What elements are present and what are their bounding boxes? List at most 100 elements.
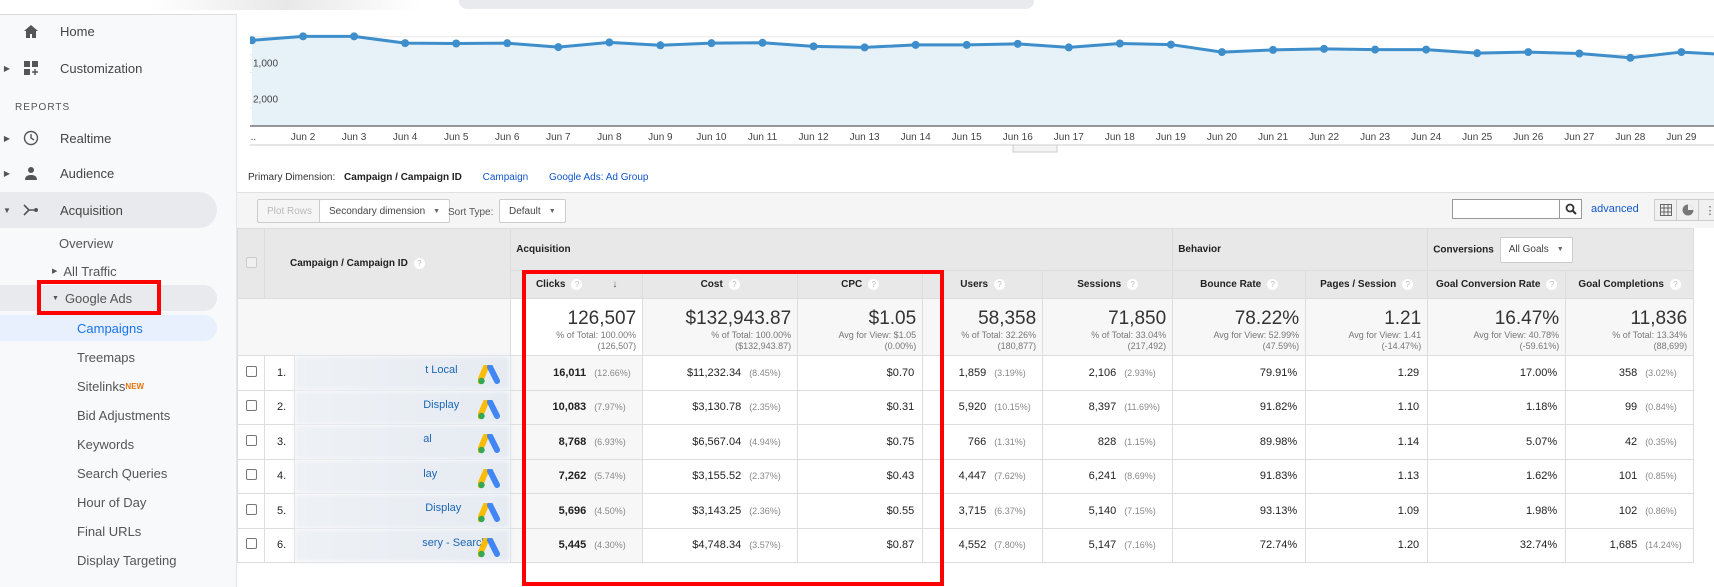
campaign-link[interactable]: al (423, 433, 432, 445)
sidebar-item-google-ads[interactable]: ▼ Google Ads (0, 285, 217, 311)
col-cpc[interactable]: CPC? (797, 270, 924, 299)
sidebar-item-bid-adjustments[interactable]: Bid Adjustments (77, 402, 170, 428)
col-goal-completions[interactable]: Goal Completions? (1565, 270, 1695, 299)
data-point[interactable] (962, 40, 971, 49)
dimension-link-campaign[interactable]: Campaign (483, 172, 529, 183)
help-icon[interactable]: ? (868, 279, 880, 290)
data-point[interactable] (1013, 39, 1022, 48)
col-goal-conversion-rate[interactable]: Goal Conversion Rate? (1427, 270, 1567, 299)
pie-view-button[interactable] (1677, 200, 1699, 220)
data-point[interactable] (758, 38, 767, 47)
col-cost[interactable]: Cost? (642, 270, 799, 299)
sidebar-item-realtime[interactable]: ▶ Realtime (0, 120, 237, 156)
cell-sessions: 828 (1.15%) (1042, 424, 1174, 460)
data-point[interactable] (1524, 48, 1533, 57)
row-checkbox[interactable] (245, 469, 257, 481)
sort-type-dropdown[interactable]: Default ▼ (499, 199, 566, 223)
data-point[interactable] (656, 41, 665, 50)
data-point[interactable] (1166, 40, 1175, 49)
data-point[interactable] (503, 39, 512, 48)
sidebar-item-audience[interactable]: ▶ Audience (0, 155, 237, 191)
data-point[interactable] (1677, 48, 1686, 57)
total-cell: 126,507% of Total: 100.00% (126,507) (510, 298, 644, 356)
col-sessions[interactable]: Sessions? (1042, 270, 1174, 299)
sidebar-item-all-traffic[interactable]: ▶ All Traffic (52, 258, 117, 284)
data-point[interactable] (1217, 48, 1226, 57)
data-point[interactable] (860, 43, 869, 52)
sidebar-item-hour-of-day[interactable]: Hour of Day (77, 489, 146, 515)
advanced-filter-link[interactable]: advanced (1591, 203, 1639, 215)
help-icon[interactable]: ? (994, 279, 1006, 290)
sidebar-item-keywords[interactable]: Keywords (77, 431, 134, 457)
col-users[interactable]: Users? (922, 270, 1044, 299)
help-icon[interactable]: ? (1546, 279, 1558, 290)
dimension-link-ad-group[interactable]: Google Ads: Ad Group (549, 172, 649, 183)
col-clicks[interactable]: Clicks? ↓ (510, 270, 644, 299)
help-icon[interactable]: ? (571, 279, 583, 290)
cell-bounce-rate: 79.91% (1172, 355, 1307, 391)
dimension-header[interactable]: Campaign / Campaign ID? (263, 228, 512, 299)
data-point[interactable] (1626, 53, 1635, 62)
data-point[interactable] (1115, 39, 1124, 48)
row-checkbox[interactable] (245, 538, 257, 550)
plot-rows-button[interactable]: Plot Rows (257, 199, 323, 223)
sidebar-item-search-queries[interactable]: Search Queries (77, 460, 167, 486)
secondary-dimension-dropdown[interactable]: Secondary dimension ▼ (319, 199, 451, 223)
data-point[interactable] (809, 42, 818, 51)
col-bounce-rate[interactable]: Bounce Rate? (1172, 270, 1307, 299)
help-icon[interactable]: ? (1669, 279, 1681, 290)
help-icon[interactable]: ? (1127, 279, 1139, 290)
cell-cpc: $0.70 (797, 355, 924, 391)
help-icon[interactable]: ? (413, 258, 425, 269)
campaign-link[interactable]: Display (425, 502, 461, 514)
data-point[interactable] (452, 39, 461, 48)
search-button[interactable] (1560, 199, 1582, 219)
sidebar-item-campaigns[interactable]: Campaigns (0, 315, 217, 341)
search-bar-placeholder[interactable] (459, 0, 1034, 9)
row-checkbox[interactable] (245, 503, 257, 515)
table-search-input[interactable] (1452, 199, 1560, 219)
data-point[interactable] (1575, 49, 1584, 58)
sidebar-item-sitelinks[interactable]: Sitelinks NEW (77, 373, 144, 399)
campaign-link[interactable]: Display (423, 399, 459, 411)
chart-resize-handle[interactable] (1012, 144, 1058, 153)
sidebar-item-acquisition[interactable]: ▼ Acquisition (0, 192, 217, 228)
help-icon[interactable]: ? (1267, 279, 1279, 290)
goals-dropdown[interactable]: All Goals ▼ (1499, 236, 1573, 263)
campaign-link[interactable]: t Local (425, 364, 457, 376)
sidebar-item-display-targeting[interactable]: Display Targeting (77, 547, 176, 573)
help-icon[interactable]: ? (728, 279, 740, 290)
data-point[interactable] (707, 39, 716, 48)
sidebar-item-treemaps[interactable]: Treemaps (77, 344, 135, 370)
row-checkbox[interactable] (245, 434, 257, 446)
data-point[interactable] (1269, 45, 1277, 54)
row-index: 1. (263, 355, 296, 391)
data-point[interactable] (1473, 49, 1482, 58)
sidebar-item-overview[interactable]: Overview (59, 230, 113, 256)
cell-goal-completions: 1,685 (14.24%) (1565, 527, 1695, 563)
table-view-button[interactable] (1655, 200, 1677, 220)
sidebar-item-customization[interactable]: ▶ Customization (0, 50, 237, 86)
data-point[interactable] (1422, 45, 1431, 54)
data-point[interactable] (1064, 43, 1073, 52)
campaign-link[interactable]: lay (423, 468, 437, 480)
data-point[interactable] (605, 38, 614, 47)
row-checkbox[interactable] (245, 400, 257, 412)
data-point[interactable] (911, 40, 920, 49)
select-all-checkbox[interactable] (245, 256, 257, 268)
sidebar-item-home[interactable]: Home (0, 13, 237, 49)
caret-down-icon: ▼ (433, 207, 441, 215)
more-views-button[interactable]: ⋮ (1699, 200, 1714, 220)
data-point[interactable] (554, 43, 563, 52)
data-point[interactable] (299, 32, 308, 41)
percent-of-total: (3.19%) (994, 367, 1026, 378)
row-checkbox[interactable] (245, 365, 257, 377)
percent-of-total: (6.37%) (994, 505, 1026, 516)
data-point[interactable] (1320, 44, 1329, 53)
data-point[interactable] (401, 39, 410, 48)
sidebar-item-final-urls[interactable]: Final URLs (77, 518, 141, 544)
data-point[interactable] (1371, 45, 1380, 54)
data-point[interactable] (350, 32, 359, 41)
col-pages-per-session[interactable]: Pages / Session? (1305, 270, 1429, 299)
help-icon[interactable]: ? (1402, 279, 1414, 290)
